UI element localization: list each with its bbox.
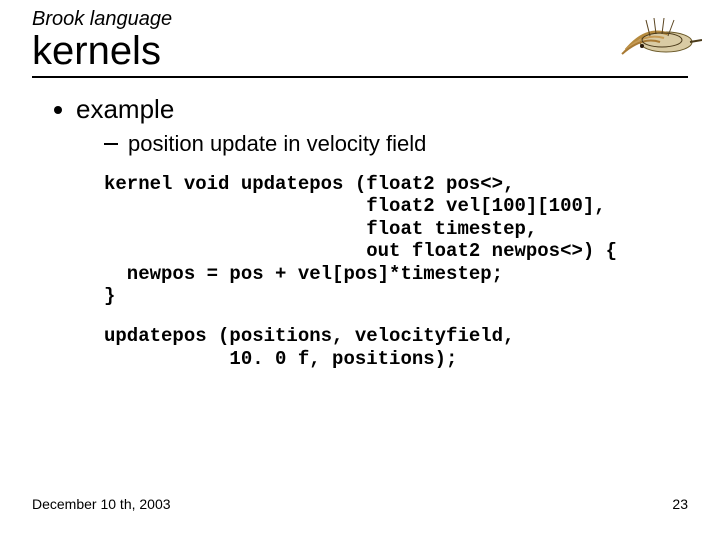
bullet-dot-icon: [54, 106, 62, 114]
slide-title: kernels: [32, 29, 688, 78]
bullet-dash-icon: [104, 143, 118, 145]
bullet-level-2: position update in velocity field: [104, 131, 688, 157]
slide-pretitle: Brook language: [32, 8, 688, 31]
code-block-1: kernel void updatepos (float2 pos<>, flo…: [104, 173, 688, 307]
bullet-2-text: position update in velocity field: [128, 131, 426, 157]
footer-date: December 10 th, 2003: [32, 496, 171, 512]
slide-footer: December 10 th, 2003 23: [32, 496, 688, 512]
fishing-fly-icon: [606, 6, 702, 64]
bullet-1-text: example: [76, 94, 174, 125]
code-block-2: updatepos (positions, velocityfield, 10.…: [104, 325, 688, 370]
bullet-level-1: example: [54, 94, 688, 125]
slide: Brook language kernels example position …: [0, 0, 720, 540]
footer-page-number: 23: [672, 496, 688, 512]
slide-content: example position update in velocity fiel…: [0, 78, 720, 370]
